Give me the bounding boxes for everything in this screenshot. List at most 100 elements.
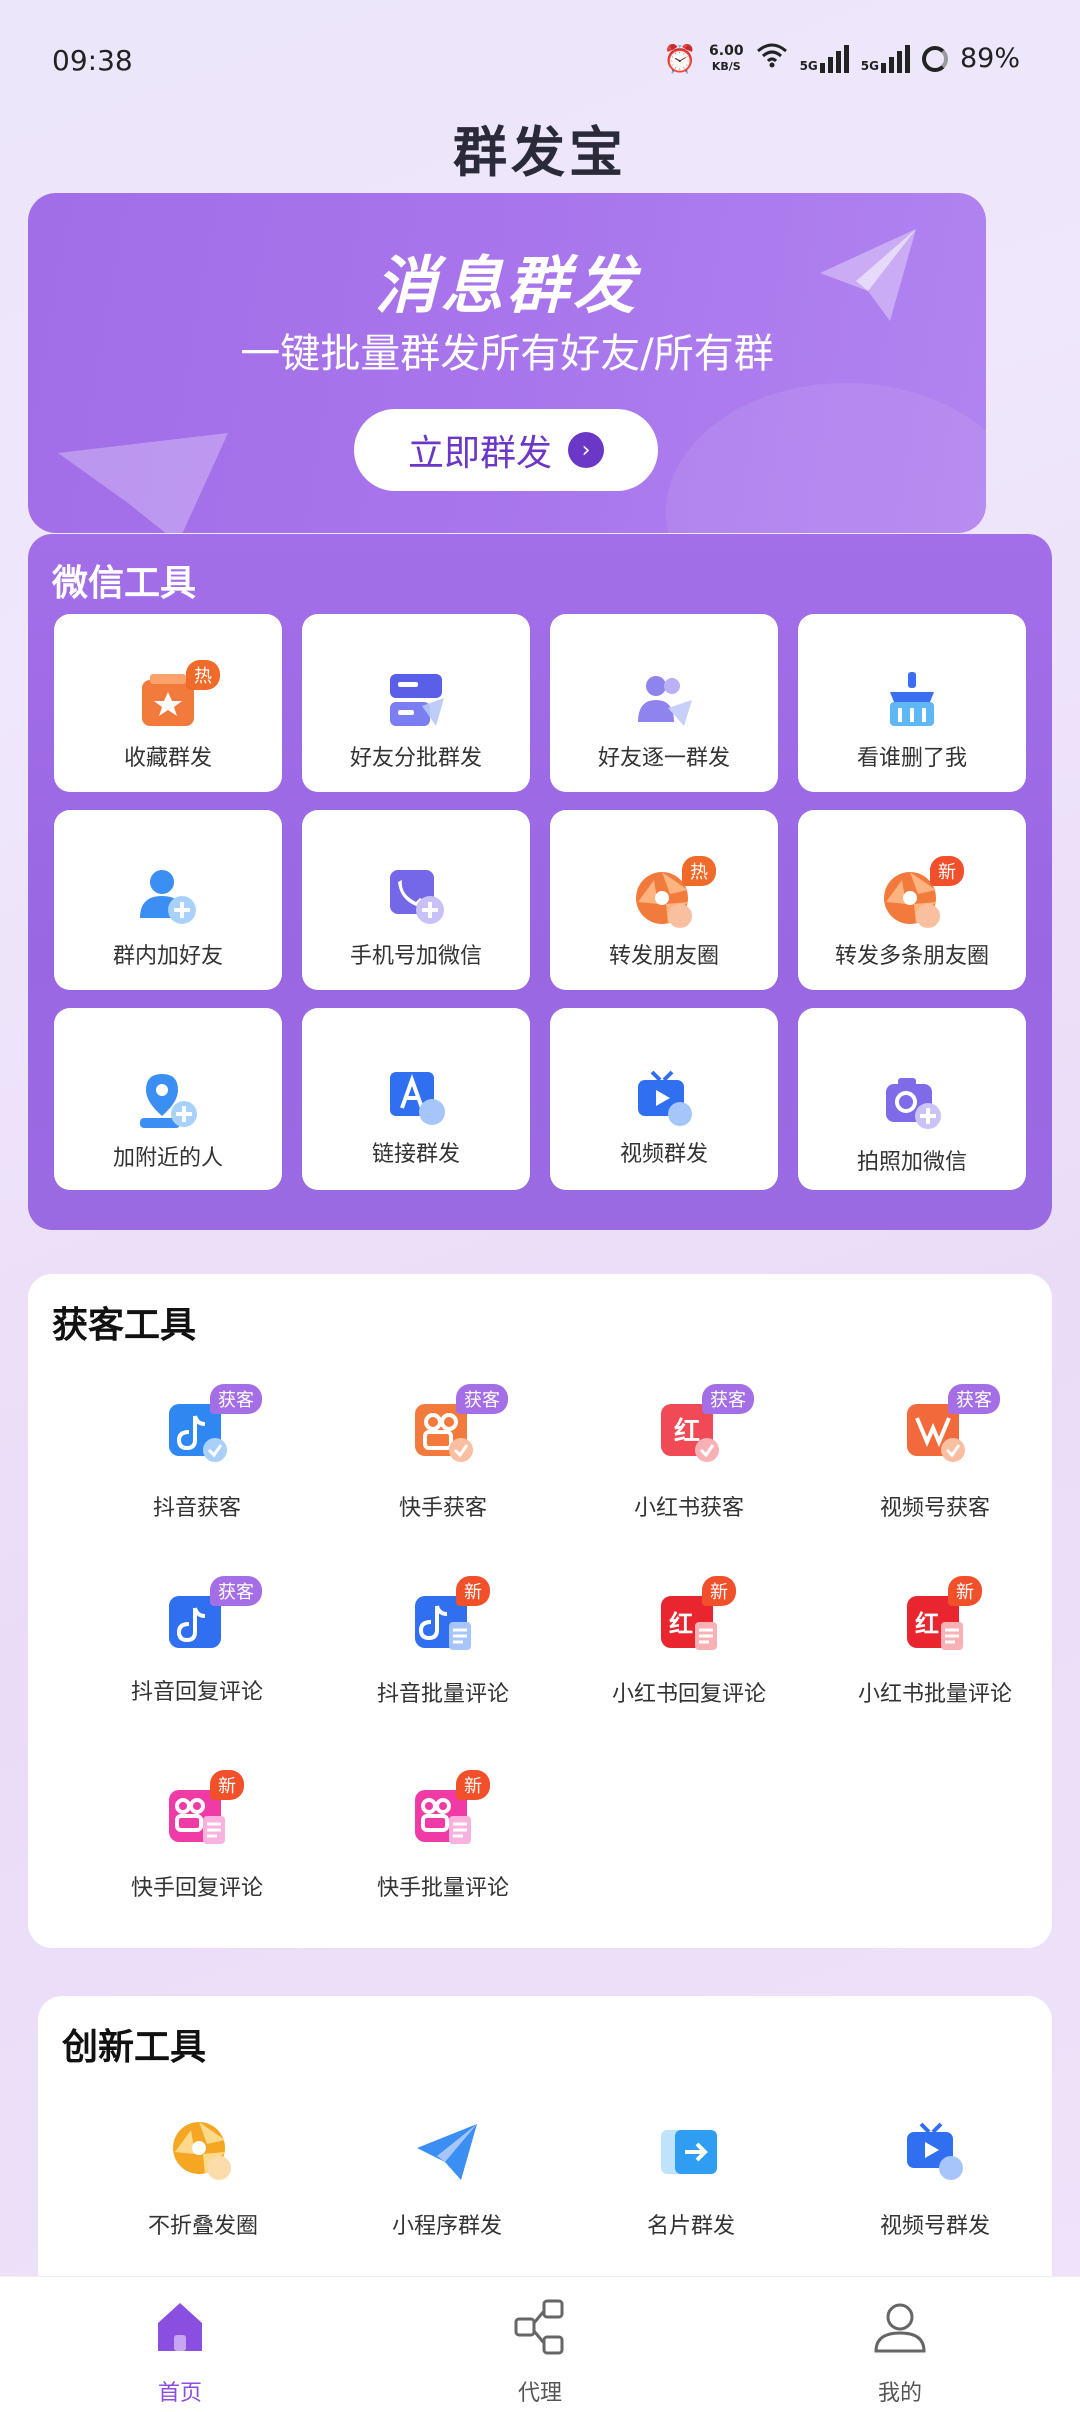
new-badge: 新 xyxy=(930,856,964,886)
tool-douyin-batch-comments[interactable]: 新 抖音批量评论 xyxy=(320,1576,566,1742)
user-profile-icon xyxy=(874,2303,926,2353)
send-now-label: 立即群发 xyxy=(407,433,552,474)
broom-icon xyxy=(890,672,934,726)
tool-xiaohongshu-reply-comments[interactable]: 红 新 小红书回复评论 xyxy=(566,1576,812,1742)
tool-label: 快手回复评论 xyxy=(130,1876,263,1901)
promo-banner[interactable]: 消息群发 一键批量群发所有好友/所有群 立即群发 › xyxy=(28,193,986,533)
new-badge: 新 xyxy=(456,1576,490,1606)
tool-douyin-acquire[interactable]: 获客 抖音获客 xyxy=(74,1384,320,1550)
tool-label: 拍照加微信 xyxy=(856,1150,967,1175)
phone-add-icon xyxy=(390,870,444,924)
bottom-tab-bar: 首页 代理 我的 xyxy=(0,2276,1080,2412)
tool-label: 不折叠发圈 xyxy=(147,2214,258,2239)
alarm-icon: ⏰ xyxy=(663,43,698,75)
tool-batch-friend-broadcast[interactable]: 好友分批群发 xyxy=(302,614,530,792)
tool-who-deleted-me[interactable]: 看谁删了我 xyxy=(798,614,1026,792)
tool-phone-add-wechat[interactable]: 手机号加微信 xyxy=(302,810,530,990)
acquire-badge: 获客 xyxy=(456,1384,508,1414)
tool-xiaohongshu-acquire[interactable]: 红 获客 小红书获客 xyxy=(566,1384,812,1550)
tool-xiaohongshu-batch-comments[interactable]: 红 新 小红书批量评论 xyxy=(812,1576,1058,1742)
chevron-right-icon: › xyxy=(568,432,604,468)
paper-plane-icon xyxy=(417,2124,477,2180)
section-title: 获客工具 xyxy=(52,1304,197,1346)
tool-forward-multiple-moments[interactable]: 新 转发多条朋友圈 xyxy=(798,810,1026,990)
tool-card-broadcast[interactable]: 名片群发 xyxy=(568,2120,814,2270)
tool-label: 转发多条朋友圈 xyxy=(834,944,989,969)
tool-label: 抖音获客 xyxy=(152,1496,241,1521)
new-badge: 新 xyxy=(210,1770,244,1800)
link-doc-icon xyxy=(390,1072,445,1125)
tv-play-icon xyxy=(638,1070,692,1126)
home-icon xyxy=(158,2303,202,2351)
tool-add-nearby[interactable]: 加附近的人 xyxy=(54,1008,282,1190)
section-title: 创新工具 xyxy=(62,2026,207,2068)
tool-forward-moments[interactable]: 热 转发朋友圈 xyxy=(550,810,778,990)
tab-label: 首页 xyxy=(157,2381,202,2406)
new-badge: 新 xyxy=(456,1770,490,1800)
tv-play-icon xyxy=(907,2122,963,2180)
tool-channels-acquire[interactable]: 获客 视频号获客 xyxy=(812,1384,1058,1550)
tool-miniprogram-broadcast[interactable]: 小程序群发 xyxy=(324,2120,570,2270)
tool-label: 小红书批量评论 xyxy=(857,1682,1012,1707)
svg-text:红: 红 xyxy=(669,1610,693,1638)
tool-label: 收藏群发 xyxy=(123,746,212,771)
net-speed-unit: KB/S xyxy=(711,59,741,73)
section-title: 微信工具 xyxy=(52,562,197,604)
tool-douyin-reply-comments[interactable]: 获客 抖音回复评论 xyxy=(74,1576,320,1742)
message-card-icon xyxy=(390,674,444,726)
acquire-badge: 获客 xyxy=(210,1384,262,1414)
tool-label: 抖音回复评论 xyxy=(130,1680,263,1705)
tool-kuaishou-reply-comments[interactable]: 新 快手回复评论 xyxy=(74,1770,320,1936)
acquire-badge: 获客 xyxy=(702,1384,754,1414)
tool-group-add-friends[interactable]: 群内加好友 xyxy=(54,810,282,990)
tool-label: 手机号加微信 xyxy=(349,944,482,969)
acquire-badge: 获客 xyxy=(210,1576,262,1606)
status-time: 09:38 xyxy=(52,44,133,77)
tab-home[interactable]: 首页 xyxy=(110,2297,250,2407)
svg-text:红: 红 xyxy=(915,1610,939,1638)
signal-5g-1: 5G xyxy=(799,44,849,73)
status-icons: ⏰ 6.00 KB/S 5G 5G 89% xyxy=(663,42,1020,75)
wifi-icon xyxy=(756,42,788,75)
innovation-tools-section: 创新工具 不折叠发圈 小程序群发 名片群发 视频号群发 xyxy=(38,1996,1052,2296)
tool-unfolded-moments[interactable]: 不折叠发圈 xyxy=(80,2120,326,2270)
tool-favorite-broadcast[interactable]: 热 收藏群发 xyxy=(54,614,282,792)
tool-label: 视频群发 xyxy=(619,1142,708,1167)
new-badge: 新 xyxy=(702,1576,736,1606)
location-add-icon xyxy=(140,1074,197,1128)
tab-mine[interactable]: 我的 xyxy=(830,2297,970,2407)
hot-badge: 热 xyxy=(186,660,220,690)
tool-label: 好友逐一群发 xyxy=(597,746,730,771)
tab-agent[interactable]: 代理 xyxy=(470,2297,610,2407)
svg-text:红: 红 xyxy=(674,1416,700,1447)
battery-icon xyxy=(921,45,948,72)
tool-label: 小程序群发 xyxy=(391,2214,502,2239)
tool-one-by-one-broadcast[interactable]: 好友逐一群发 xyxy=(550,614,778,792)
hot-badge: 热 xyxy=(682,856,716,886)
tool-label: 小红书获客 xyxy=(633,1496,744,1521)
tool-channels-broadcast[interactable]: 视频号群发 xyxy=(812,2120,1058,2270)
net-speed: 6.00 KB/S xyxy=(709,43,744,74)
tool-label: 小红书回复评论 xyxy=(611,1682,766,1707)
tab-label: 代理 xyxy=(517,2381,562,2406)
tool-label: 加附近的人 xyxy=(112,1146,223,1171)
tool-label: 链接群发 xyxy=(371,1142,460,1167)
tool-link-broadcast[interactable]: 链接群发 xyxy=(302,1008,530,1190)
signal-bars-icon xyxy=(880,44,910,73)
tool-photo-add-wechat[interactable]: 拍照加微信 xyxy=(798,1008,1026,1190)
tool-video-broadcast[interactable]: 视频群发 xyxy=(550,1008,778,1190)
decorative-blob xyxy=(666,383,986,533)
wechat-tools-section: 微信工具 热 收藏群发 好友分批群发 好友逐一群发 看谁删了我 群内加好友 手机… xyxy=(28,534,1052,1230)
tab-label: 我的 xyxy=(877,2381,922,2406)
signal-5g-2: 5G xyxy=(861,44,910,73)
tool-label: 快手批量评论 xyxy=(376,1876,509,1901)
battery-level: 89% xyxy=(959,43,1020,74)
tool-kuaishou-batch-comments[interactable]: 新 快手批量评论 xyxy=(320,1770,566,1936)
tool-kuaishou-acquire[interactable]: 获客 快手获客 xyxy=(320,1384,566,1550)
send-now-button[interactable]: 立即群发 › xyxy=(354,409,658,491)
signal-label-1: 5G xyxy=(799,58,818,73)
add-user-icon xyxy=(140,870,196,924)
status-bar: 09:38 ⏰ 6.00 KB/S 5G 5G 89% xyxy=(0,0,1080,120)
tool-label: 好友分批群发 xyxy=(349,746,482,771)
tool-label: 转发朋友圈 xyxy=(608,944,719,969)
